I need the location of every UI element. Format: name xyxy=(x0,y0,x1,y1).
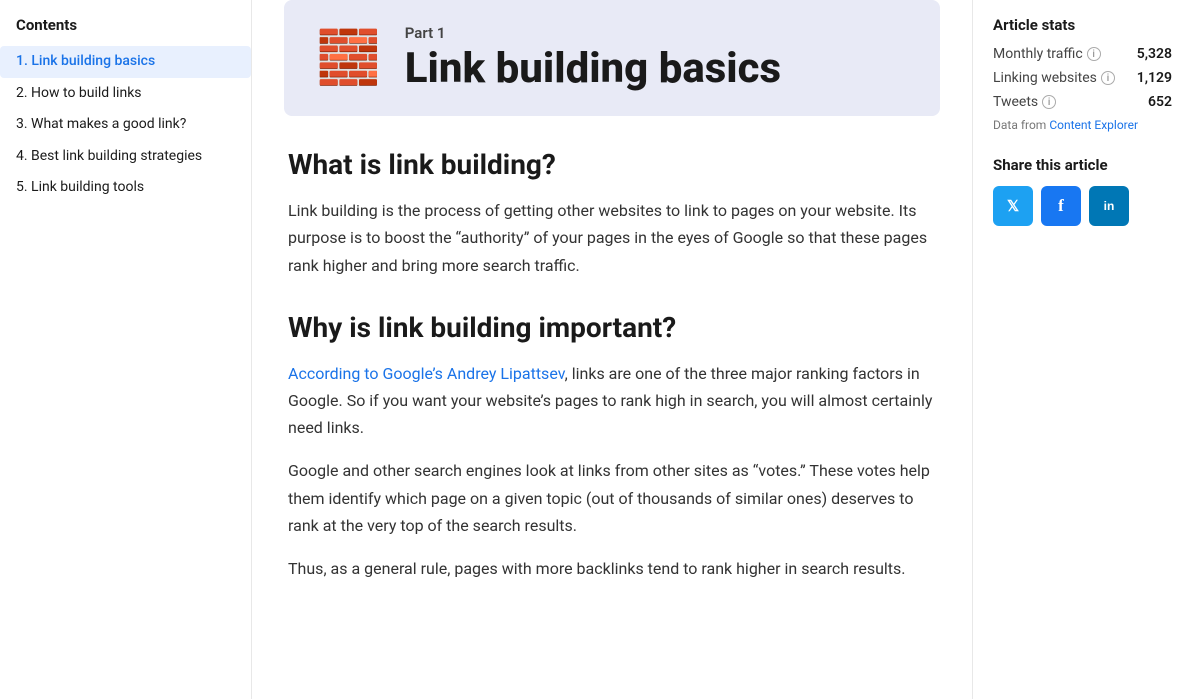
sidebar-item-4[interactable]: 4. Best link building strategies xyxy=(0,141,251,173)
article-stats-title: Article stats xyxy=(993,16,1172,34)
stat-row-traffic: Monthly traffic i 5,328 xyxy=(993,46,1172,62)
linking-websites-info-icon[interactable]: i xyxy=(1101,71,1115,85)
sidebar-item-3[interactable]: 3. What makes a good link? xyxy=(0,109,251,141)
share-buttons: 𝕏 f in xyxy=(993,186,1172,226)
monthly-traffic-info-icon[interactable]: i xyxy=(1087,47,1101,61)
article-body: What is link building? Link building is … xyxy=(284,148,940,582)
stat-row-tweets: Tweets i 652 xyxy=(993,94,1172,110)
sidebar-item-1[interactable]: 1. Link building basics xyxy=(0,46,251,78)
hero-icon: 🧱 xyxy=(316,32,381,84)
share-linkedin-button[interactable]: in xyxy=(1089,186,1129,226)
data-source: Data from Content Explorer xyxy=(993,118,1172,132)
monthly-traffic-value: 5,328 xyxy=(1137,46,1172,62)
monthly-traffic-label: Monthly traffic i xyxy=(993,46,1101,62)
sidebar-item-2[interactable]: 2. How to build links xyxy=(0,78,251,110)
linkedin-icon: in xyxy=(1104,199,1115,213)
linking-websites-label: Linking websites i xyxy=(993,70,1115,86)
hero-title: Link building basics xyxy=(405,46,781,92)
stat-row-linking: Linking websites i 1,129 xyxy=(993,70,1172,86)
main-content: 🧱 Part 1 Link building basics What is li… xyxy=(252,0,972,699)
hero-text: Part 1 Link building basics xyxy=(405,24,781,92)
andrey-lipattsev-link[interactable]: According to Google’s Andrey Lipattsev xyxy=(288,364,565,383)
body-text-1-1: Link building is the process of getting … xyxy=(288,197,936,279)
hero-banner: 🧱 Part 1 Link building basics xyxy=(284,0,940,116)
content-explorer-link[interactable]: Content Explorer xyxy=(1049,118,1138,132)
sidebar-item-5[interactable]: 5. Link building tools xyxy=(0,172,251,204)
body-text-2-3: Thus, as a general rule, pages with more… xyxy=(288,555,936,582)
sidebar: Contents 1. Link building basics 2. How … xyxy=(0,0,252,699)
twitter-icon: 𝕏 xyxy=(1007,197,1019,215)
share-facebook-button[interactable]: f xyxy=(1041,186,1081,226)
tweets-value: 652 xyxy=(1148,94,1172,110)
right-sidebar: Article stats Monthly traffic i 5,328 Li… xyxy=(972,0,1192,699)
tweets-info-icon[interactable]: i xyxy=(1042,95,1056,109)
linking-websites-value: 1,129 xyxy=(1137,70,1172,86)
facebook-icon: f xyxy=(1058,196,1064,216)
sidebar-title: Contents xyxy=(0,16,251,46)
body-text-2-2: Google and other search engines look at … xyxy=(288,457,936,539)
tweets-label: Tweets i xyxy=(993,94,1056,110)
body-text-2-1: According to Google’s Andrey Lipattsev, … xyxy=(288,360,936,442)
section-heading-1: What is link building? xyxy=(288,148,936,181)
hero-part-label: Part 1 xyxy=(405,24,781,42)
share-twitter-button[interactable]: 𝕏 xyxy=(993,186,1033,226)
share-title: Share this article xyxy=(993,156,1172,174)
section-heading-2: Why is link building important? xyxy=(288,311,936,344)
